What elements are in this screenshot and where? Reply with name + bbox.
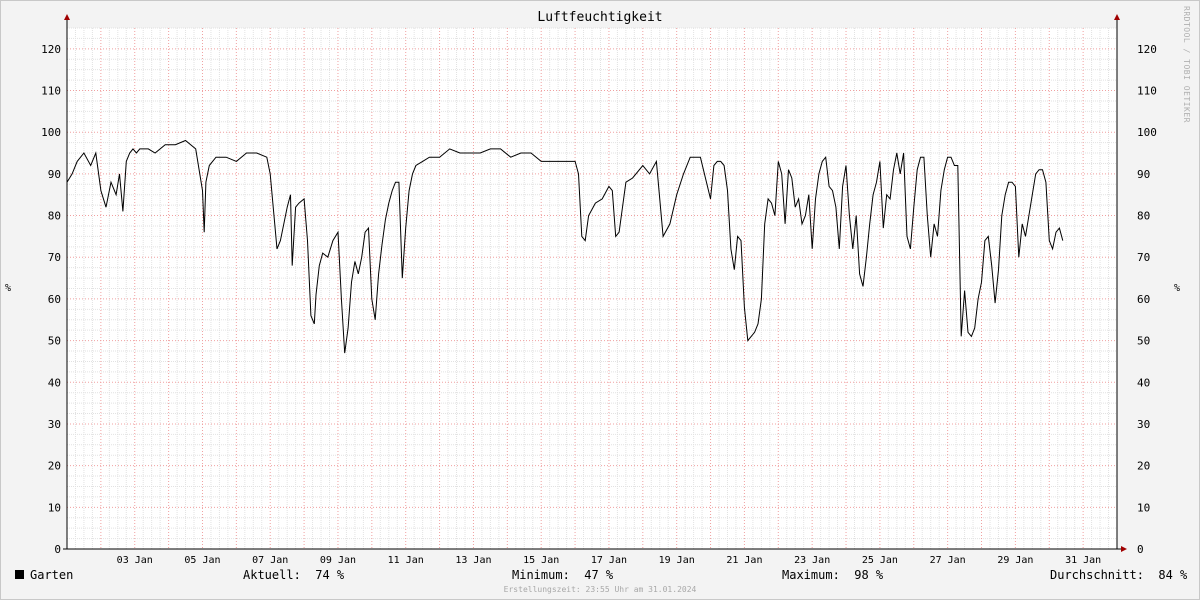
x-tick-label: 31 Jan: [1065, 555, 1101, 566]
minimum-value: 47 %: [584, 568, 614, 582]
y-tick-label-right: 110: [1137, 85, 1157, 98]
chart-plot: 0 0 10 10 20 20 30 30 40 40 50 50 60 60 70 70 80 80 90 90 10…: [41, 14, 1157, 566]
x-tick-label: 05 Jan: [184, 555, 220, 566]
y-tick-label-right: 60: [1137, 293, 1150, 306]
x-tick-label: 03 Jan: [117, 555, 153, 566]
aktuell-value: 74 %: [315, 568, 345, 582]
legend-durchschnitt: Durchschnitt: 84 %: [1050, 568, 1187, 582]
durchschnitt-value: 84 %: [1158, 568, 1188, 582]
y-tick-label-left: 10: [48, 501, 61, 514]
y-tick-label-right: 70: [1137, 251, 1150, 264]
x-tick-label: 21 Jan: [726, 555, 762, 566]
y-tick-label-left: 40: [48, 376, 61, 389]
legend-color-swatch: [15, 570, 24, 579]
maximum-value: 98 %: [854, 568, 884, 582]
x-tick-label: 09 Jan: [320, 555, 356, 566]
y-tick-label-left: 20: [48, 460, 61, 473]
x-tick-label: 15 Jan: [523, 555, 559, 566]
y-tick-label-right: 10: [1137, 501, 1150, 514]
creation-time-footer: Erstellungszeit: 23:55 Uhr am 31.01.2024: [503, 585, 697, 594]
y-tick-label-right: 0: [1137, 543, 1144, 556]
x-tick-label: 27 Jan: [930, 555, 966, 566]
legend-maximum: Maximum: 98 %: [782, 568, 883, 582]
y-tick-label-right: 40: [1137, 376, 1150, 389]
y-tick-label-left: 50: [48, 335, 61, 348]
y-tick-label-right: 100: [1137, 126, 1157, 139]
legend-series-name: Garten: [30, 568, 74, 582]
y-tick-label-right: 90: [1137, 168, 1150, 181]
y-tick-label-left: 100: [41, 126, 61, 139]
maximum-label: Maximum:: [782, 568, 840, 582]
x-tick-label: 13 Jan: [455, 555, 491, 566]
legend-aktuell: Aktuell: 74 %: [243, 568, 344, 582]
x-tick-label: 11 Jan: [388, 555, 424, 566]
y-tick-label-right: 50: [1137, 335, 1150, 348]
y-tick-label-left: 30: [48, 418, 61, 431]
x-tick-label: 07 Jan: [252, 555, 288, 566]
x-tick-label: 25 Jan: [862, 555, 898, 566]
x-tick-label: 17 Jan: [591, 555, 627, 566]
y-tick-label-right: 120: [1137, 43, 1157, 56]
y-tick-label-left: 60: [48, 293, 61, 306]
y-tick-label-left: 90: [48, 168, 61, 181]
durchschnitt-label: Durchschnitt:: [1050, 568, 1144, 582]
y-tick-label-left: 110: [41, 85, 61, 98]
x-tick-label: 19 Jan: [659, 555, 695, 566]
x-axis-arrow: [1121, 546, 1127, 552]
y-tick-label-right: 20: [1137, 460, 1150, 473]
y-axis-right-arrow: [1114, 14, 1120, 20]
y-tick-label-left: 120: [41, 43, 61, 56]
legend-minimum: Minimum: 47 %: [512, 568, 613, 582]
y-tick-label-right: 30: [1137, 418, 1150, 431]
y-axis-left-arrow: [64, 14, 70, 20]
aktuell-label: Aktuell:: [243, 568, 301, 582]
y-tick-label-left: 80: [48, 210, 61, 223]
minimum-label: Minimum:: [512, 568, 570, 582]
y-tick-label-left: 0: [54, 543, 61, 556]
x-tick-label: 23 Jan: [794, 555, 830, 566]
y-tick-label-right: 80: [1137, 210, 1150, 223]
y-tick-label-left: 70: [48, 251, 61, 264]
x-tick-label: 29 Jan: [997, 555, 1033, 566]
